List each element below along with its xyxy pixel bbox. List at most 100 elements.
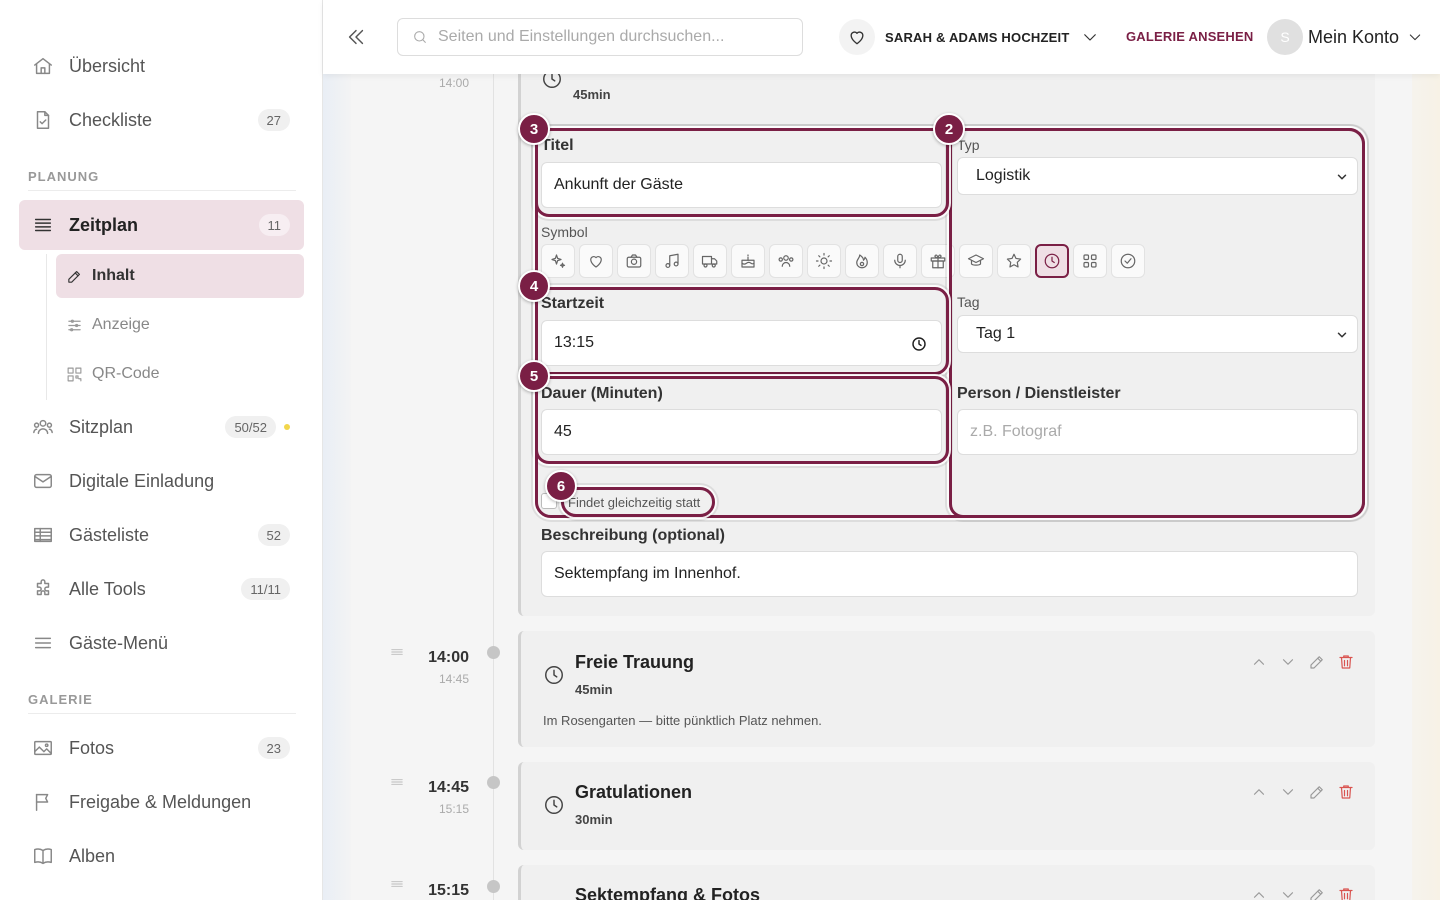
music-icon[interactable]: [655, 244, 689, 278]
divider: [28, 190, 296, 191]
search-box[interactable]: [397, 18, 803, 56]
clock-icon: [543, 794, 565, 816]
trash-icon[interactable]: [1337, 886, 1355, 900]
count-badge: 52: [257, 524, 290, 546]
duration-input[interactable]: 45: [541, 409, 942, 455]
sidebar-item-guest-menu[interactable]: Gäste-Menü: [19, 618, 304, 668]
sidebar-item-schedule[interactable]: Zeitplan 11: [19, 200, 304, 250]
sidebar-item-invitation[interactable]: Digitale Einladung: [19, 456, 304, 506]
highlight-number-5: 5: [518, 360, 550, 392]
sidebar-item-guestlist[interactable]: Gästeliste 52: [19, 510, 304, 560]
sidebar-subitem-label: Anzeige: [92, 316, 150, 333]
chevron-down-icon[interactable]: [1279, 653, 1297, 671]
account-menu[interactable]: S Mein Konto: [1267, 18, 1423, 56]
sparkles-icon[interactable]: [541, 244, 575, 278]
collapse-sidebar-icon[interactable]: [345, 26, 367, 48]
description-input[interactable]: Sektempfang im Innenhof.: [541, 551, 1358, 597]
sidebar-subitem-label: Inhalt: [92, 267, 135, 284]
sidebar-item-photos[interactable]: Fotos 23: [19, 723, 304, 773]
sidebar-item-seating[interactable]: Sitzplan 50/52: [19, 402, 304, 452]
camera-icon[interactable]: [617, 244, 651, 278]
chevron-up-icon[interactable]: [1250, 886, 1268, 900]
sun-icon[interactable]: [807, 244, 841, 278]
entry-end-time: 15:15: [438, 802, 469, 816]
highlight-number-2: 2: [933, 113, 965, 145]
timeline-dot: [487, 646, 500, 659]
entry-actions: [1250, 653, 1355, 671]
start-time-value: 13:15: [554, 334, 595, 351]
entry-title: Gratulationen: [575, 782, 693, 802]
clock-icon[interactable]: [911, 336, 927, 352]
count-badge: 50/52: [225, 416, 276, 438]
start-time-input[interactable]: 13:15: [541, 320, 942, 366]
sidebar: Übersicht Checkliste 27 PLANUNG Zeitplan…: [0, 0, 323, 900]
sidebar-item-label: Sitzplan: [69, 416, 134, 437]
gift-icon[interactable]: [921, 244, 955, 278]
sidebar-item-label: Alben: [69, 845, 116, 866]
chevron-down-icon[interactable]: [1279, 783, 1297, 801]
entry-end-time: 14:00: [438, 76, 469, 90]
clock-icon[interactable]: [1035, 244, 1069, 278]
count-badge: 23: [257, 737, 290, 759]
top-header: SARAH & ADAMS HOCHZEIT GALERIE ANSEHEN S…: [323, 0, 1440, 74]
edit-icon[interactable]: [1308, 653, 1326, 671]
count-badge: 11/11: [241, 578, 290, 600]
users-icon[interactable]: [769, 244, 803, 278]
section-label-planung: PLANUNG: [28, 169, 100, 184]
person-input[interactable]: z.B. Fotograf: [957, 409, 1358, 455]
title-input[interactable]: Ankunft der Gäste: [541, 162, 942, 208]
section-label-galerie: GALERIE: [28, 692, 93, 707]
entry-duration: 30min: [575, 812, 613, 827]
day-select[interactable]: Tag 1: [957, 315, 1358, 353]
search-icon: [412, 29, 428, 45]
check-circle-icon[interactable]: [1111, 244, 1145, 278]
graduation-cap-icon[interactable]: [959, 244, 993, 278]
type-select[interactable]: Logistik: [957, 157, 1358, 195]
image-icon: [32, 737, 54, 759]
table-icon: [32, 524, 54, 546]
cake-icon[interactable]: [731, 244, 765, 278]
edit-icon[interactable]: [1308, 886, 1326, 900]
heart-icon[interactable]: [579, 244, 613, 278]
truck-icon[interactable]: [693, 244, 727, 278]
entry-title: Sektempfang & Fotos: [575, 885, 761, 900]
sidebar-item-label: Fotos: [69, 737, 115, 758]
highlight-number-6: 6: [545, 470, 577, 502]
trash-icon[interactable]: [1337, 783, 1355, 801]
sidebar-subitem-qrcode[interactable]: QR-Code: [56, 352, 304, 396]
star-icon[interactable]: [997, 244, 1031, 278]
type-select-value: Logistik: [976, 167, 1031, 184]
simultaneous-label: Findet gleichzeitig statt: [568, 495, 701, 510]
edit-icon[interactable]: [1308, 783, 1326, 801]
day-label: Tag: [957, 294, 980, 310]
sidebar-item-label: Alle Tools: [69, 578, 146, 599]
sidebar-item-checklist[interactable]: Checkliste 27: [19, 95, 304, 145]
timeline-entry-card[interactable]: Sektempfang & Fotos: [518, 865, 1375, 900]
chevron-up-icon[interactable]: [1250, 783, 1268, 801]
trash-icon[interactable]: [1337, 653, 1355, 671]
chevron-down-icon[interactable]: [1279, 886, 1297, 900]
grid-icon[interactable]: [1073, 244, 1107, 278]
search-input[interactable]: [438, 28, 778, 46]
timeline-entry-card[interactable]: Freie Trauung 45min Im Rosengarten — bit…: [518, 631, 1375, 747]
timeline-entry-card[interactable]: Gratulationen 30min: [518, 762, 1375, 850]
sidebar-item-tools[interactable]: Alle Tools 11/11: [19, 564, 304, 614]
fire-icon[interactable]: [845, 244, 879, 278]
puzzle-icon: [32, 578, 54, 600]
highlight-number-4: 4: [518, 270, 550, 302]
chevron-up-icon[interactable]: [1250, 653, 1268, 671]
sidebar-item-overview[interactable]: Übersicht: [19, 41, 304, 91]
view-gallery-link[interactable]: GALERIE ANSEHEN: [1126, 29, 1253, 44]
duration-label: Dauer (Minuten): [541, 385, 663, 402]
sidebar-subitem-content[interactable]: Inhalt: [56, 254, 304, 298]
sidebar-item-moderation[interactable]: Freigabe & Meldungen: [19, 777, 304, 827]
event-selector[interactable]: SARAH & ADAMS HOCHZEIT: [839, 18, 1099, 56]
sidebar-subitem-display[interactable]: Anzeige: [56, 303, 304, 347]
microphone-icon[interactable]: [883, 244, 917, 278]
home-icon: [32, 55, 54, 77]
document-check-icon: [32, 109, 54, 131]
mail-icon: [32, 470, 54, 492]
sidebar-item-albums[interactable]: Alben: [19, 831, 304, 881]
person-label: Person / Dienstleister: [957, 385, 1121, 402]
entry-start-time: 14:45: [428, 779, 469, 796]
